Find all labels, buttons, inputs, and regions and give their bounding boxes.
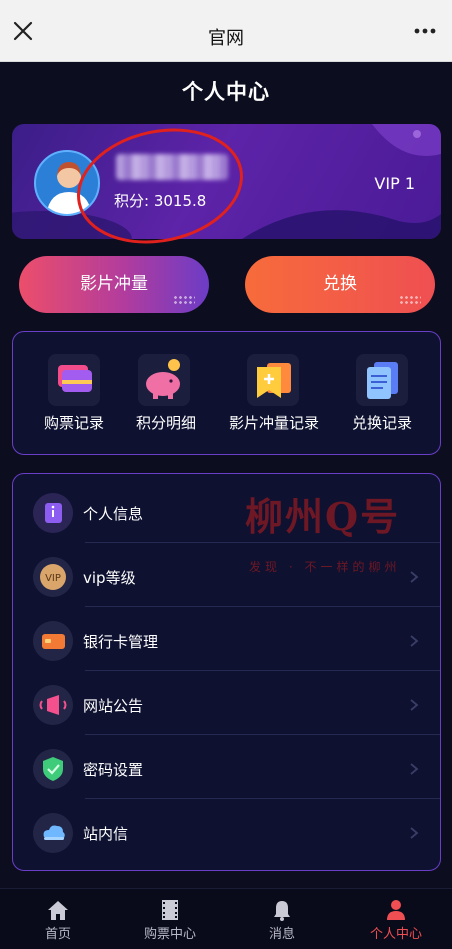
quick-link-exchange-records[interactable]: 兑换记录 (343, 332, 421, 456)
tab-label: 个人中心 (369, 927, 422, 942)
svg-text:VIP: VIP (45, 573, 61, 584)
piggy-bank-icon (138, 354, 190, 406)
movie-boost-button[interactable]: 影片冲量 (19, 256, 209, 313)
quick-link-label: 兑换记录 (351, 414, 412, 432)
chevron-right-icon (410, 635, 419, 647)
quick-link-ticket-records[interactable]: 购票记录 (35, 332, 113, 456)
menu-item-announcements[interactable]: 网站公告 (13, 671, 440, 735)
announcement-icon (33, 685, 73, 725)
quick-link-boost-records[interactable]: 影片冲量记录 (219, 332, 329, 456)
menu-item-messages[interactable]: 站内信 (13, 799, 440, 863)
tab-label: 消息 (268, 927, 295, 942)
menu-item-bank-cards[interactable]: 银行卡管理 (13, 607, 440, 671)
browser-topbar: 官网 (0, 0, 452, 62)
tab-label: 购票中心 (143, 927, 196, 942)
exchange-button[interactable]: 兑换 (245, 256, 435, 313)
chevron-right-icon (410, 699, 419, 711)
user-icon (387, 900, 405, 920)
window-title: 官网 (208, 28, 244, 49)
bell-icon (274, 901, 290, 921)
tab-messages[interactable]: 消息 (254, 889, 310, 949)
dots-decoration (173, 295, 195, 305)
message-cloud-icon (33, 813, 73, 853)
more-options-icon[interactable] (412, 20, 438, 42)
tab-ticket-center[interactable]: 购票中心 (130, 889, 210, 949)
quick-links-panel: 购票记录 积分明细 影片冲量记录 兑换记录 (12, 331, 441, 455)
home-icon (48, 901, 68, 920)
menu-item-label: 银行卡管理 (83, 633, 159, 651)
menu-item-vip-level[interactable]: VIP vip等级 (13, 543, 440, 607)
settings-menu: 个人信息 VIP vip等级 银行卡管理 网站公告 密码设置 站内信 (12, 473, 441, 871)
tab-personal-center[interactable]: 个人中心 (356, 889, 436, 949)
movie-boost-label: 影片冲量 (80, 274, 148, 294)
quick-link-label: 购票记录 (43, 414, 104, 432)
vip-level: VIP 1 (374, 174, 415, 193)
menu-item-password[interactable]: 密码设置 (13, 735, 440, 799)
menu-item-label: 密码设置 (83, 761, 144, 779)
quick-link-label: 积分明细 (135, 414, 196, 432)
film-icon (162, 900, 178, 920)
bottom-tabbar: 首页 购票中心 消息 个人中心 (0, 888, 452, 949)
menu-item-label: 个人信息 (83, 505, 144, 523)
menu-item-label: vip等级 (83, 569, 136, 587)
chevron-right-icon (410, 827, 419, 839)
menu-item-label: 网站公告 (83, 697, 144, 715)
ticket-cards-icon (48, 354, 100, 406)
plus-bookmark-icon (247, 354, 299, 406)
chevron-right-icon (410, 763, 419, 775)
quick-link-label: 影片冲量记录 (228, 414, 319, 432)
vip-badge-icon: VIP (33, 557, 73, 597)
document-icon (356, 354, 408, 406)
bank-card-icon (33, 621, 73, 661)
chevron-right-icon (410, 571, 419, 583)
tab-label: 首页 (44, 927, 71, 942)
menu-item-personal-info[interactable]: 个人信息 (13, 479, 440, 543)
page-title: 个人中心 (182, 80, 270, 104)
password-shield-icon (33, 749, 73, 789)
tab-home[interactable]: 首页 (30, 889, 86, 949)
menu-item-label: 站内信 (83, 825, 129, 843)
personal-info-icon (33, 493, 73, 533)
exchange-label: 兑换 (323, 274, 357, 294)
quick-link-points-detail[interactable]: 积分明细 (127, 332, 205, 456)
dots-decoration (399, 295, 421, 305)
